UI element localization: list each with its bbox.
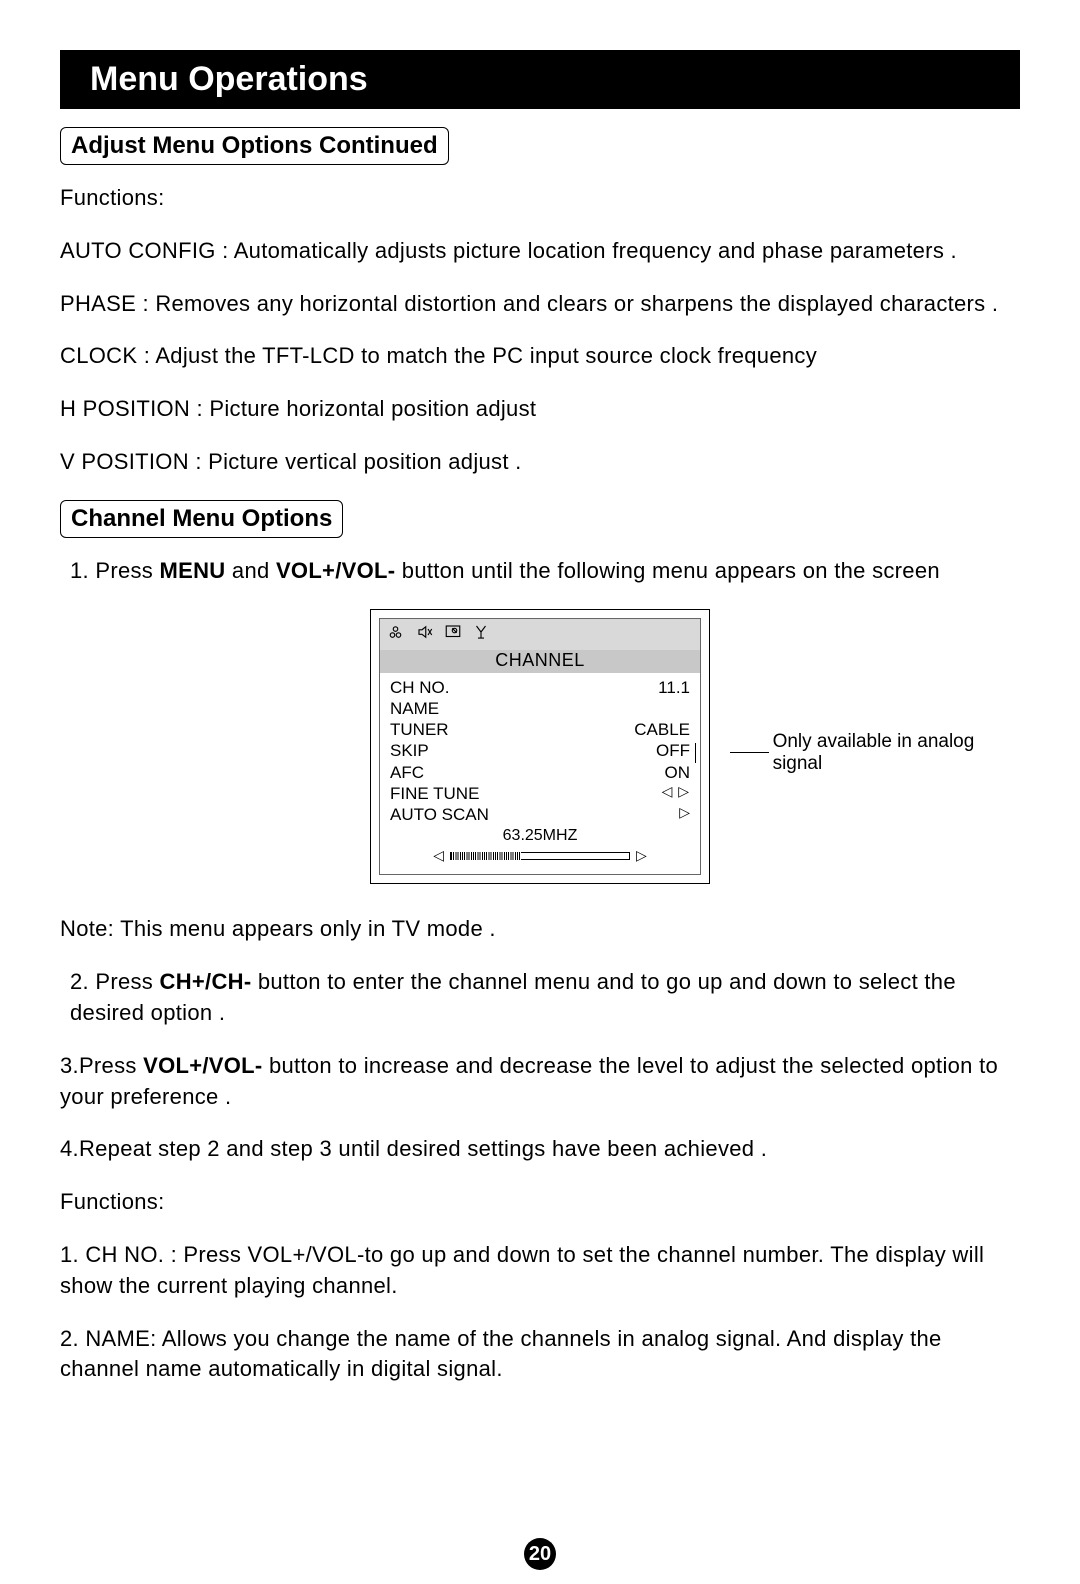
section-channel-title: Channel Menu Options <box>60 500 343 538</box>
func-auto-config: AUTO CONFIG : Automatically adjusts pict… <box>60 236 1020 267</box>
step2-bold: CH+/CH- <box>160 969 252 994</box>
picture-icon <box>444 623 462 646</box>
speaker-mute-icon <box>416 623 434 646</box>
osd-row-chno: CH NO.11.1 <box>390 677 690 698</box>
step1-bold-vol: VOL+/VOL- <box>276 558 395 583</box>
osd-row-skip: SKIPOFF <box>390 740 690 761</box>
slider-right-icon: ▷ <box>636 847 647 864</box>
step3-prefix: 3.Press <box>60 1053 143 1078</box>
osd-row-finetune: FINE TUNE◁ ▷ <box>390 783 690 804</box>
func-hposition: H POSITION : Picture horizontal position… <box>60 394 1020 425</box>
left-right-arrows-icon: ◁ ▷ <box>662 783 690 804</box>
step-4: 4.Repeat step 2 and step 3 until desired… <box>60 1134 1020 1165</box>
func-phase: PHASE : Removes any horizontal distortio… <box>60 289 1020 320</box>
step2-prefix: 2. Press <box>70 969 160 994</box>
step1-prefix: 1. Press <box>70 558 160 583</box>
note-text: Note: This menu appears only in TV mode … <box>60 914 1020 945</box>
slider-left-icon: ◁ <box>433 847 444 864</box>
functions-label-1: Functions: <box>60 183 1020 214</box>
osd-callout: Only available in analog signal <box>730 731 1020 775</box>
osd-icon-row <box>380 619 700 650</box>
osd-freq: 63.25MHZ <box>390 825 690 845</box>
osd-row-afc: AFCON <box>390 762 690 783</box>
osd-title: CHANNEL <box>380 650 700 673</box>
step1-mid: and <box>226 558 276 583</box>
right-arrow-icon: ▷ <box>679 804 690 825</box>
func-chno: 1. CH NO. : Press VOL+/VOL-to go up and … <box>60 1240 1020 1302</box>
page-header: Menu Operations <box>60 50 1020 109</box>
step-3: 3.Press VOL+/VOL- button to increase and… <box>60 1051 1020 1113</box>
osd-row-tuner: TUNERCABLE <box>390 719 690 740</box>
func-clock: CLOCK : Adjust the TFT-LCD to match the … <box>60 341 1020 372</box>
brightness-icon <box>388 623 406 646</box>
step-2: 2. Press CH+/CH- button to enter the cha… <box>60 967 1020 1029</box>
func-vposition: V POSITION : Picture vertical position a… <box>60 447 1020 478</box>
func-name: 2. NAME: Allows you change the name of t… <box>60 1324 1020 1386</box>
step1-bold-menu: MENU <box>160 558 226 583</box>
section-adjust-title: Adjust Menu Options Continued <box>60 127 449 165</box>
osd-slider: ◁ ▷ <box>390 845 690 868</box>
functions-label-2: Functions: <box>60 1187 1020 1218</box>
osd-row-name: NAME <box>390 698 690 719</box>
osd-menu-wrap: CHANNEL CH NO.11.1 NAME TUNERCABLE SKIPO… <box>60 609 1020 885</box>
antenna-icon <box>472 623 490 646</box>
osd-menu-box: CHANNEL CH NO.11.1 NAME TUNERCABLE SKIPO… <box>370 609 710 885</box>
step3-bold: VOL+/VOL- <box>143 1053 262 1078</box>
slider-track <box>450 852 630 860</box>
step1-suffix: button until the following menu appears … <box>395 558 940 583</box>
osd-row-autoscan: AUTO SCAN▷ <box>390 804 690 825</box>
page-number: 20 <box>524 1538 556 1570</box>
step-1: 1. Press MENU and VOL+/VOL- button until… <box>60 556 1020 587</box>
